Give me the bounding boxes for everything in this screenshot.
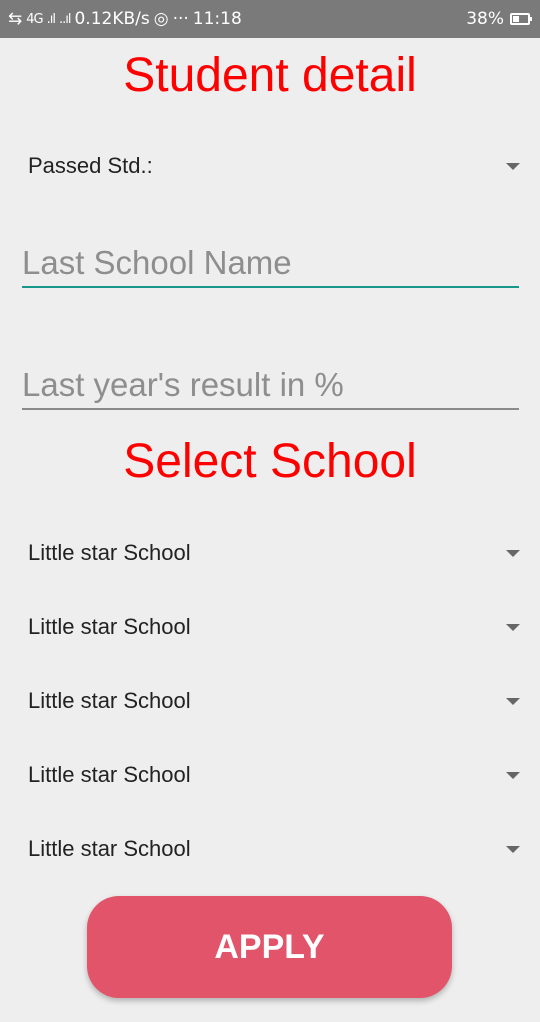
school-spinner-5[interactable]: Little star School [28,829,520,869]
school-spinner-label: Little star School [28,540,191,565]
data-speed: 0.12KB/s [74,9,150,29]
select-school-title: Select School [123,435,417,488]
battery-icon [510,13,532,25]
dropdown-arrow-icon [506,771,520,779]
signal-icon: .ıl [46,11,56,27]
dropdown-arrow-icon [506,162,520,170]
more-dots: ··· [172,9,189,29]
dropdown-arrow-icon [506,845,520,853]
last-year-result-input[interactable] [22,362,519,410]
page-title: Student detail [123,49,417,102]
school-spinner-label: Little star School [28,614,191,639]
dropdown-arrow-icon [506,697,520,705]
signal-2-icon: ..ıl [58,11,71,27]
school-spinner-label: Little star School [28,762,191,787]
school-spinner-3[interactable]: Little star School [28,681,520,721]
apply-button[interactable]: APPLY [87,896,452,998]
school-spinner-label: Little star School [28,836,191,861]
network-type-icon: 4G [26,11,43,27]
passed-std-spinner[interactable]: Passed Std.: [28,146,520,186]
last-school-name-input[interactable] [22,240,519,288]
school-spinner-label: Little star School [28,688,191,713]
battery-percent: 38% [466,9,504,29]
school-spinner-1[interactable]: Little star School [28,533,520,573]
school-spinner-4[interactable]: Little star School [28,755,520,795]
passed-std-label: Passed Std.: [28,153,153,178]
dropdown-arrow-icon [506,623,520,631]
clock: 11:18 [192,9,242,29]
hotspot-icon: ◎ [153,9,169,29]
data-transfer-icon: ⇆ [8,9,23,29]
dropdown-arrow-icon [506,549,520,557]
status-bar: ⇆ 4G .ıl ..ıl 0.12KB/s ◎ ··· 11:18 38% [0,0,540,38]
school-spinner-2[interactable]: Little star School [28,607,520,647]
